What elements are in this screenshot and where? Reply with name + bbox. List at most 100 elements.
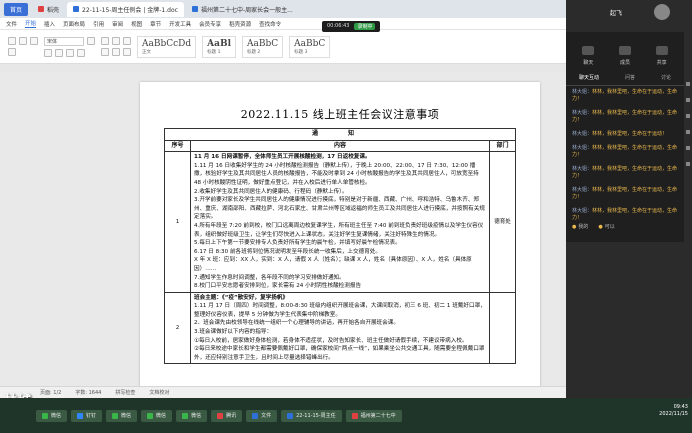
content-line: ①每日入校前，居家做好身体检测，若身体不适症状，及时告知家长、班主任做好请假手续…	[194, 337, 468, 344]
chat-footer-ok[interactable]: 可以	[598, 223, 615, 230]
column-header-content: 内容	[190, 139, 490, 153]
tool-icon[interactable]	[686, 114, 690, 118]
style-label: 正文	[142, 49, 151, 55]
tab-document-active[interactable]: 22-11-15-周主任例会 | 金牌-1.doc	[67, 1, 184, 17]
menu-view[interactable]: 视图	[131, 20, 142, 28]
menu-file[interactable]: 文件	[6, 20, 17, 28]
avatar[interactable]	[654, 4, 670, 20]
taskbar-item[interactable]: 微信	[36, 409, 68, 422]
taskbar-item[interactable]: 微信	[106, 409, 138, 422]
status-spellcheck[interactable]: 拼写检查	[115, 389, 135, 396]
taskbar: 微信 钉钉 微信 微信 微信 腾讯 文件 22-11-15-周主任 福州第二十七…	[0, 398, 692, 433]
wechat-icon	[182, 412, 189, 419]
tab-bar: 首页 稻壳 22-11-15-周主任例会 | 金牌-1.doc 福州第二十七中-…	[0, 0, 566, 18]
font-name-select[interactable]: 宋体	[44, 36, 84, 46]
members-icon	[618, 46, 631, 55]
tool-icon[interactable]	[686, 98, 690, 102]
chat-sender: 林大姐：	[572, 89, 593, 95]
numbering-icon[interactable]	[112, 37, 120, 45]
tab-label: 22-11-15-周主任例会 | 金牌-1.doc	[82, 6, 178, 14]
chat-message: 林大姐：林林，我林里吧，生命在于运动，生命力！	[572, 89, 678, 103]
tab-docer[interactable]: 稻壳	[32, 2, 65, 17]
panel-share-button[interactable]: 共享	[655, 46, 668, 66]
content-line: 2．班会课先由校领导在线统一组织一个心理辅导的讲话，再开始各自开展班会课。	[194, 320, 399, 327]
panel-members-button[interactable]: 成员	[618, 46, 631, 66]
tab-discussion[interactable]: 讨论	[661, 74, 671, 81]
style-label: 标题 2	[247, 49, 261, 55]
menu-home[interactable]: 开始	[25, 19, 37, 28]
clock-date: 2022/11/15	[659, 411, 688, 417]
copy-icon[interactable]	[30, 37, 38, 45]
home-tab[interactable]: 首页	[4, 2, 29, 16]
doc-icon	[351, 412, 358, 419]
document-area[interactable]: 2022.11.15 线上班主任会议注意事项 通 知 序号 内容 部门 1 11…	[0, 72, 566, 392]
menu-section[interactable]: 章节	[150, 20, 161, 28]
tool-icon[interactable]	[686, 162, 690, 166]
menu-insert[interactable]: 插入	[44, 20, 55, 28]
content-line: 1.11 月 16 日收集好学生的 24 小时核酸检测报告（静默上传），于晚上 …	[194, 162, 479, 186]
chat-message: 林大姐：林林，我林里吧，生命在于运动，生命力！	[572, 145, 678, 159]
chat-list[interactable]: 林大姐：林林，我林里吧，生命在于运动，生命力！ 林大姐：林林，我林里吧，生命在于…	[566, 86, 684, 232]
menu-developer[interactable]: 开发工具	[169, 20, 191, 28]
ruler[interactable]	[0, 64, 566, 72]
chat-footer: 我的 可以	[572, 223, 615, 230]
tab-label: 福州第二十七中-周家长会一般主...	[200, 6, 293, 14]
tool-icon[interactable]	[686, 146, 690, 150]
italic-icon[interactable]	[55, 48, 63, 57]
font-color-icon[interactable]	[77, 48, 85, 57]
style-heading-2[interactable]: AaBbC 标题 2	[242, 35, 284, 58]
align-right-icon[interactable]	[123, 48, 131, 56]
menu-review[interactable]: 审阅	[112, 20, 123, 28]
underline-icon[interactable]	[66, 48, 74, 57]
taskbar-item[interactable]: 微信	[141, 409, 173, 422]
row-content: 11 月 16 日网课暂停，全体师生员工开展核酸检测，17 日返校复课。 1.1…	[190, 151, 490, 293]
menu-layout[interactable]: 页面布局	[63, 20, 85, 28]
tab-qa[interactable]: 问答	[625, 74, 635, 81]
align-left-icon[interactable]	[101, 48, 109, 56]
tab-document-2[interactable]: 福州第二十七中-周家长会一般主...	[186, 2, 299, 17]
recording-indicator[interactable]: 录制中	[354, 23, 376, 30]
menu-references[interactable]: 引用	[93, 20, 104, 28]
document-title: 2022.11.15 线上班主任会议注意事项	[240, 108, 440, 121]
tool-icon[interactable]	[686, 82, 690, 86]
taskbar-item[interactable]: 微信	[176, 409, 208, 422]
style-normal[interactable]: AaBbCcDd 正文	[137, 35, 197, 58]
speaker-label: 起飞	[610, 10, 623, 17]
indent-icon[interactable]	[123, 37, 131, 45]
status-proofread[interactable]: 文档校对	[149, 389, 169, 396]
font-size-select[interactable]	[87, 37, 95, 45]
tool-icon[interactable]	[686, 130, 690, 134]
content-line: ②每日来校途中家长和学生都需要佩戴好口罩，确保家校间“两点一线”，如果乘坐公共交…	[194, 346, 485, 361]
content-line: X 年 X 班：应到：XX 人，实到：X 人，请假 X 人（姓名）；缺课 X 人…	[194, 257, 472, 272]
menu-search-command[interactable]: 查找命令	[259, 20, 281, 28]
format-painter-icon[interactable]	[8, 48, 16, 56]
wechat-icon	[42, 412, 48, 419]
menu-member[interactable]: 会员专享	[199, 20, 221, 28]
taskbar-item[interactable]: 钉钉	[71, 409, 103, 422]
taskbar-item[interactable]: 文件	[246, 409, 278, 422]
paste-icon[interactable]	[8, 37, 16, 45]
tab-chat[interactable]: 聊天互动	[579, 74, 599, 81]
taskbar-item[interactable]: 22-11-15-周主任	[281, 409, 342, 422]
panel-icon-label: 共享	[656, 60, 667, 66]
chat-footer-mine[interactable]: 我的	[572, 223, 588, 230]
status-words[interactable]: 字数: 1644	[75, 389, 101, 396]
system-clock[interactable]: 09:43 2022/11/15	[659, 404, 688, 418]
panel-chat-button[interactable]: 聊天	[582, 46, 595, 66]
style-heading-1[interactable]: AaBl 标题 1	[202, 35, 236, 58]
menu-docer-resources[interactable]: 稻壳资源	[229, 20, 251, 28]
bullets-icon[interactable]	[101, 37, 109, 45]
align-center-icon[interactable]	[112, 48, 120, 56]
column-header-dept: 部门	[489, 139, 516, 153]
style-heading-3[interactable]: AaBbC 标题 3	[289, 35, 331, 58]
document-page[interactable]: 2022.11.15 线上班主任会议注意事项 通 知 序号 内容 部门 1 11…	[140, 82, 540, 392]
meeting-timer: 00:06:43	[327, 23, 350, 29]
style-sample: AaBl	[207, 38, 231, 49]
status-page[interactable]: 页面: 1/2	[40, 389, 61, 396]
wps-writer-window: 首页 稻壳 22-11-15-周主任例会 | 金牌-1.doc 福州第二十七中-…	[0, 0, 566, 398]
taskbar-item[interactable]: 腾讯	[211, 409, 243, 422]
cut-icon[interactable]	[19, 37, 27, 45]
chat-message: 林大姐：林林，我林里吧，生命在于运动，生命力！	[572, 208, 678, 222]
bold-icon[interactable]	[44, 48, 52, 57]
taskbar-item[interactable]: 福州第二十七中	[345, 409, 402, 422]
